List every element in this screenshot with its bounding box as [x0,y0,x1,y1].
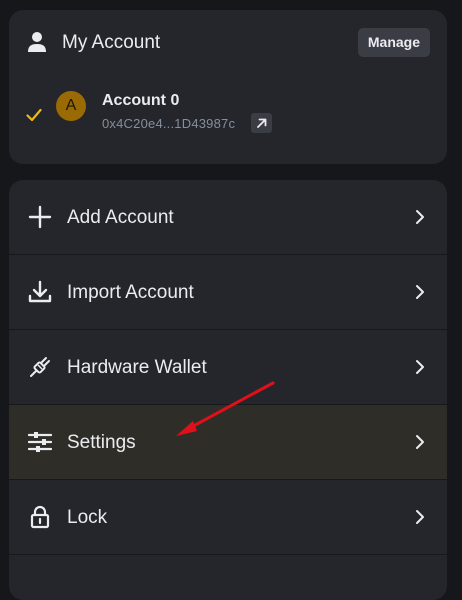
sliders-icon [28,432,52,452]
external-link-icon [257,118,267,128]
menu-item-hardware-wallet[interactable]: Hardware Wallet [9,330,447,405]
menu-item-label: Add Account [67,207,174,228]
lock-icon [30,505,50,529]
chevron-right-icon [416,435,424,449]
plus-icon [28,205,52,229]
menu-item-settings[interactable]: Settings [9,405,447,480]
plug-icon [30,357,50,377]
account-panel: My Account Manage A Account 0 0x4C20e4..… [9,10,447,164]
account-name: Account 0 [102,92,180,109]
chevron-right-icon [416,285,424,299]
menu-item-add-account[interactable]: Add Account [9,180,447,255]
account-panel-title: My Account [62,32,161,53]
download-icon [28,280,52,303]
menu-item-label: Lock [67,507,108,528]
check-icon [26,108,42,122]
menu-item-label: Settings [67,432,136,453]
account-row[interactable]: A Account 0 0x4C20e4...1D43987c [9,86,447,146]
account-address: 0x4C20e4...1D43987c [102,116,236,131]
menu-item-label: Hardware Wallet [67,357,207,378]
menu-item-label: Import Account [67,282,194,303]
menu-item-lock[interactable]: Lock [9,480,447,555]
chevron-right-icon [416,210,424,224]
chevron-right-icon [416,510,424,524]
menu-item-import-account[interactable]: Import Account [9,255,447,330]
open-explorer-button[interactable] [251,113,272,133]
manage-button[interactable]: Manage [357,28,430,57]
menu-item-partial[interactable] [9,555,447,600]
chevron-right-icon [416,360,424,374]
account-avatar: A [56,91,86,121]
account-header: My Account Manage [9,10,447,76]
user-icon [28,32,46,52]
menu-panel: Add Account Import Account Hardware Wall… [9,180,447,600]
